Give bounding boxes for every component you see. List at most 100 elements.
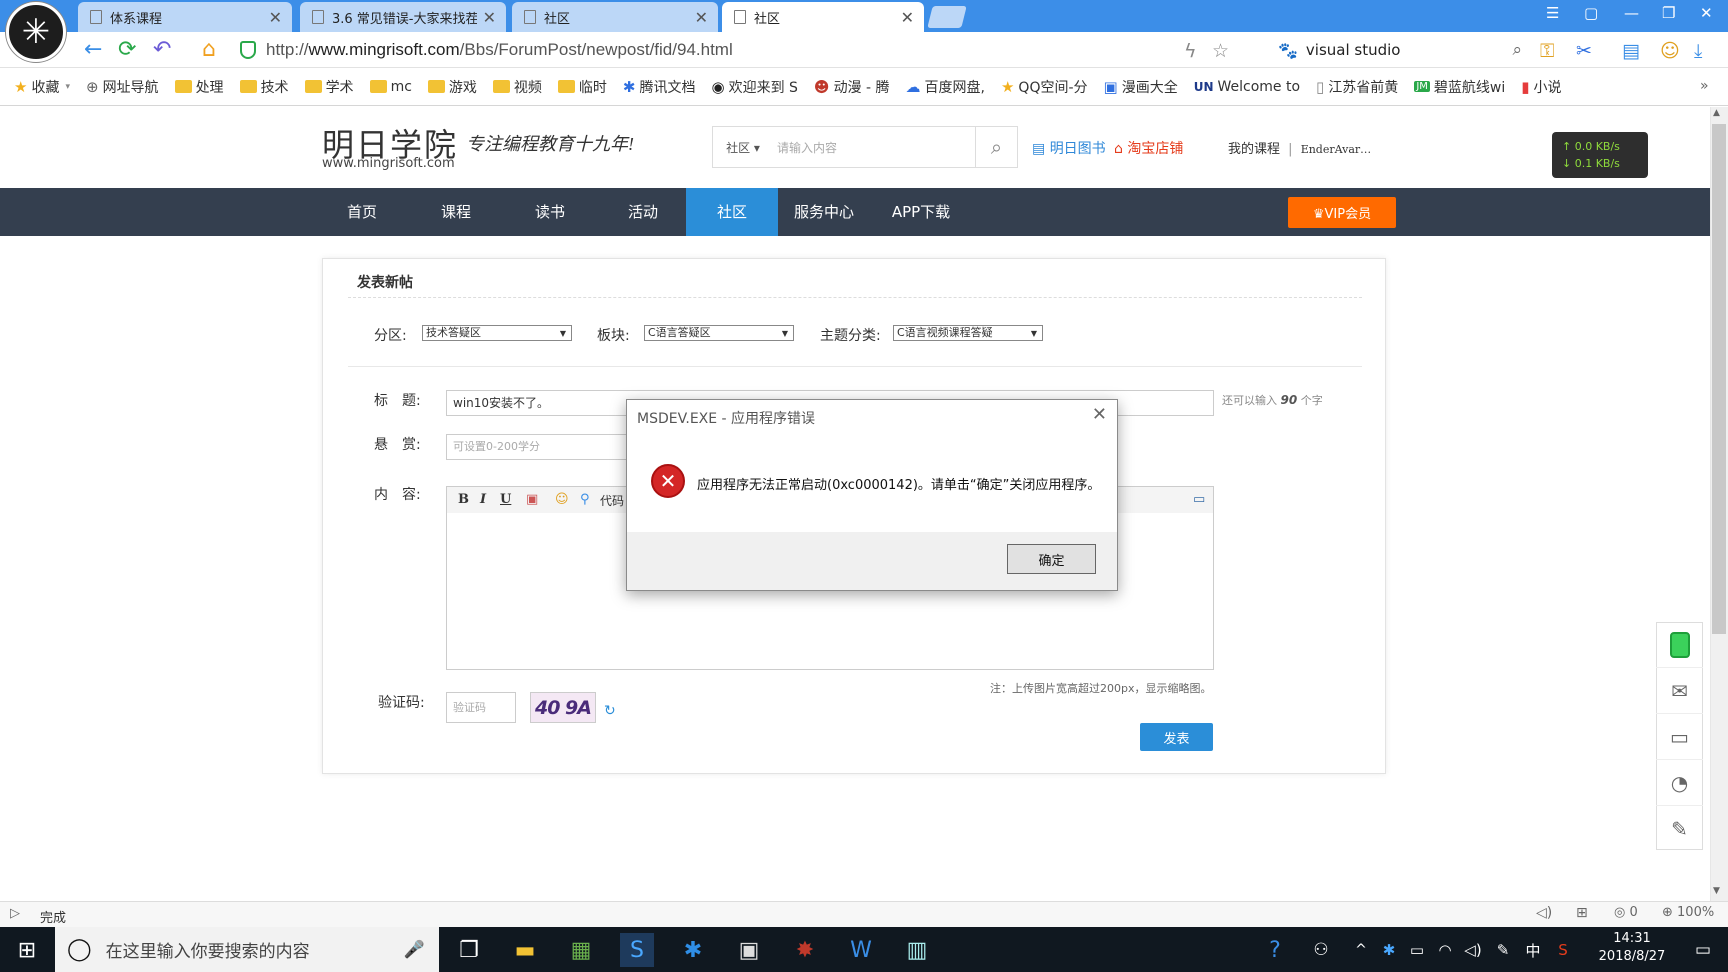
nav-home[interactable]: 首页 <box>330 188 394 236</box>
sogou-ime-icon[interactable]: S <box>1546 933 1580 967</box>
wps-icon[interactable]: W <box>844 933 878 967</box>
vip-button[interactable]: ♛VIP会员 <box>1288 197 1396 228</box>
microphone-icon[interactable]: 🎤 <box>404 940 425 960</box>
reward-input[interactable]: 可设置0-200学分 <box>446 434 636 460</box>
taobao-link[interactable]: ⌂ 淘宝店铺 <box>1114 138 1183 158</box>
download-icon[interactable]: ⤓ <box>1694 40 1702 62</box>
scrollbar-thumb[interactable] <box>1712 124 1726 634</box>
bookmark-favorites[interactable]: ★ 收藏 ▾ <box>14 77 70 97</box>
taskbar-search[interactable]: ◯ 在这里输入你要搜索的内容 🎤 <box>55 927 439 972</box>
back-icon[interactable]: ← <box>84 38 102 62</box>
tencent-docs-icon[interactable]: ✱ <box>676 933 710 967</box>
captcha-image[interactable]: 40 9A <box>530 692 596 723</box>
bookmark-item[interactable]: ⊕ 网址导航 <box>86 77 159 97</box>
emoji-icon[interactable]: ☺ <box>555 492 569 507</box>
italic-button[interactable]: I <box>480 492 486 507</box>
nav-courses[interactable]: 课程 <box>424 188 488 236</box>
tab-courses[interactable]: 体系课程 ✕ <box>78 2 292 32</box>
play-icon[interactable]: ▷ <box>10 906 20 921</box>
bookmark-folder[interactable]: mc <box>369 79 412 95</box>
close-icon[interactable]: ✕ <box>483 8 496 27</box>
bookmark-folder[interactable]: 学术 <box>304 77 354 97</box>
refresh-icon[interactable]: ⟳ <box>118 38 136 62</box>
bookmark-item[interactable]: ✱ 腾讯文档 <box>623 77 696 97</box>
url-input[interactable]: http://www.mingrisoft.com/Bbs/ForumPost/… <box>240 36 1268 64</box>
nav-app[interactable]: APP下载 <box>886 188 956 236</box>
bookmark-folder[interactable]: 临时 <box>557 77 607 97</box>
nav-community[interactable]: 社区 <box>686 188 778 236</box>
qq-icon[interactable]: ◔ <box>1656 760 1703 806</box>
underline-button[interactable]: U <box>500 492 511 507</box>
nav-reading[interactable]: 读书 <box>518 188 582 236</box>
tab-community-1[interactable]: 社区 ✕ <box>512 2 718 32</box>
emoji-icon[interactable]: ☺ <box>1660 40 1680 62</box>
close-icon[interactable]: ✕ <box>695 8 708 27</box>
close-icon[interactable]: ✕ <box>1092 404 1107 425</box>
my-course-link[interactable]: 我的课程 <box>1228 142 1280 157</box>
scroll-up-icon[interactable]: ▲ <box>1713 108 1720 118</box>
board-select[interactable]: C语言答疑区 ▼ <box>644 325 794 341</box>
sogou-browser-icon[interactable]: S <box>620 933 654 967</box>
bookmark-item[interactable]: ☻ 动漫 - 腾 <box>814 77 890 97</box>
tab-errors[interactable]: 3.6 常见错误-大家来找茬 ✕ <box>300 2 506 32</box>
refresh-captcha-icon[interactable]: ↻ <box>604 703 616 719</box>
lightning-icon[interactable]: ϟ <box>1184 40 1197 62</box>
pen-icon[interactable]: ✎ <box>1486 933 1520 967</box>
bookmark-item[interactable]: ▣ 漫画大全 <box>1104 77 1178 97</box>
submit-button[interactable]: 发表 <box>1140 723 1213 751</box>
volume-icon[interactable]: ◁) <box>1536 905 1552 921</box>
bold-button[interactable]: B <box>458 492 469 507</box>
new-tab-button[interactable] <box>927 6 967 28</box>
search-icon[interactable]: ⌕ <box>975 127 1017 167</box>
code-button[interactable]: 代码 <box>600 492 624 509</box>
scroll-down-icon[interactable]: ▼ <box>1713 886 1720 896</box>
menu-icon[interactable]: ☰ <box>1546 4 1559 22</box>
windows-start-icon[interactable]: ⊞ <box>10 933 44 967</box>
translate-icon[interactable]: ▤ <box>1622 40 1640 62</box>
bookmark-folder[interactable]: 游戏 <box>427 77 477 97</box>
comment-icon[interactable]: ▭ <box>1656 714 1703 760</box>
attachment-icon[interactable]: ⚲ <box>580 492 590 507</box>
username-link[interactable]: EnderAvar… <box>1301 143 1371 156</box>
bookmark-item[interactable]: ◉ 欢迎来到 S <box>711 77 797 97</box>
game-icon[interactable]: ✸ <box>788 933 822 967</box>
bookmark-item[interactable]: ★ QQ空间-分 <box>1001 77 1088 97</box>
speaker-icon[interactable]: ◁) <box>1456 933 1490 967</box>
ime-indicator[interactable]: 中 <box>1516 933 1550 967</box>
ad-block-icon[interactable]: ◎ 0 <box>1614 905 1638 920</box>
bookmark-folder[interactable]: 视频 <box>492 77 542 97</box>
nav-events[interactable]: 活动 <box>611 188 675 236</box>
mobile-icon[interactable] <box>1656 622 1703 668</box>
file-explorer-icon[interactable]: ▬ <box>508 933 542 967</box>
ok-button[interactable]: 确定 <box>1007 544 1096 574</box>
people-icon[interactable]: ⚇ <box>1304 933 1338 967</box>
key-icon[interactable]: ⚿ <box>1540 40 1554 62</box>
search-icon[interactable]: ⌕ <box>1512 40 1522 60</box>
fullscreen-icon[interactable]: ▭ <box>1193 492 1205 507</box>
notification-icon[interactable]: ▭ <box>1686 933 1720 967</box>
minecraft-icon[interactable]: ▦ <box>564 933 598 967</box>
clock[interactable]: 14:31 2018/8/27 <box>1582 930 1682 966</box>
bookmark-item[interactable]: ☁ 百度网盘, <box>906 77 985 97</box>
skin-icon[interactable]: ▢ <box>1584 4 1598 22</box>
topic-select[interactable]: C语言视频课程答疑 ▼ <box>893 325 1043 341</box>
bookmark-item[interactable]: JM 碧蓝航线wi <box>1414 77 1505 97</box>
tab-community-2[interactable]: 社区 ✕ <box>722 2 924 32</box>
nav-service[interactable]: 服务中心 <box>790 188 858 236</box>
bookmark-item[interactable]: ▮ 小说 <box>1521 77 1561 97</box>
help-icon[interactable]: ? <box>1258 933 1292 967</box>
task-view-icon[interactable]: ❐ <box>452 933 486 967</box>
app-icon[interactable]: ▥ <box>900 933 934 967</box>
bookmark-folder[interactable]: 处理 <box>174 77 224 97</box>
star-icon[interactable]: ☆ <box>1212 40 1229 62</box>
store-icon[interactable]: ▣ <box>732 933 766 967</box>
image-icon[interactable]: ▣ <box>526 492 538 507</box>
edit-icon[interactable]: ✎ <box>1656 806 1703 852</box>
search-category-select[interactable]: 社区 ▾ <box>713 139 773 156</box>
scissors-icon[interactable]: ✂ <box>1576 40 1592 62</box>
browser-search-input[interactable]: 🐾 visual studio ⌕ <box>1278 36 1522 64</box>
books-link[interactable]: ▤ 明日图书 <box>1032 138 1106 158</box>
browser-logo-icon[interactable]: ✳ <box>6 2 66 62</box>
captcha-input[interactable]: 验证码 <box>446 692 516 723</box>
bookmark-folder[interactable]: 技术 <box>239 77 289 97</box>
